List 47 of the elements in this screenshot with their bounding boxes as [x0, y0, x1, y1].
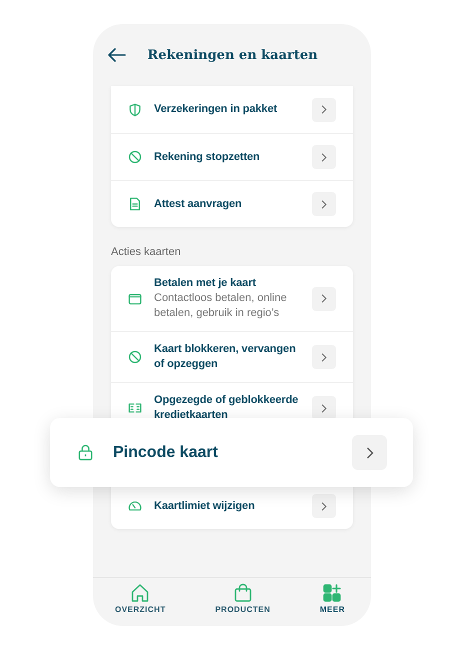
chevron-button[interactable]: [312, 494, 336, 518]
chevron-button[interactable]: [352, 435, 387, 470]
nav-tab[interactable]: MEER: [320, 583, 345, 626]
chevron-button[interactable]: [312, 286, 336, 310]
menu-row[interactable]: Betalen met je kaart Contactloos betalen, online betalen, gebruik in regio’s: [111, 266, 353, 331]
row-label: Verzekeringen in pakket: [154, 102, 278, 117]
chevron-icon: [321, 502, 327, 510]
section-heading: Acties kaarten: [111, 246, 182, 258]
menu-row[interactable]: Rekening stopzetten: [111, 133, 353, 180]
menu-row[interactable]: Attest aanvragen: [111, 180, 353, 227]
bag-icon: [232, 583, 253, 603]
shield-icon: [128, 102, 142, 116]
row-description: Contactloos betalen, online betalen, gebruik in regio’s: [154, 291, 288, 321]
row-label: Kaartlimiet wijzigen: [154, 498, 256, 514]
menu-row[interactable]: Verzekeringen in pakket: [111, 86, 353, 133]
prohibited-icon: [128, 150, 142, 164]
row-label: Kaart blokkeren, vervangen of opzeggen: [154, 342, 297, 372]
row-label: Betalen met je kaart: [154, 276, 257, 291]
chevron-button[interactable]: [312, 396, 336, 420]
chevron-button[interactable]: [312, 145, 336, 169]
chevron-button[interactable]: [312, 98, 336, 122]
nav-tab[interactable]: OVERZICHT: [115, 583, 166, 626]
back-arrow-icon[interactable]: [108, 48, 126, 62]
chevron-icon: [321, 352, 327, 362]
chevron-icon: [321, 200, 327, 208]
menu-row[interactable]: Kaart blokkeren, vervangen of opzeggen: [111, 331, 353, 382]
row-label: Attest aanvragen: [154, 196, 243, 212]
home-icon: [130, 583, 150, 603]
card-icon: [128, 401, 142, 415]
chevron-icon: [366, 446, 374, 458]
lock-icon: [78, 444, 93, 461]
chevron-button[interactable]: [312, 345, 336, 369]
nav-tab[interactable]: PRODUCTEN: [215, 583, 270, 626]
chevron-icon: [321, 294, 327, 303]
row-label: Rekening stopzetten: [154, 150, 261, 164]
chevron-icon: [321, 404, 327, 412]
prohibited-icon: [128, 350, 142, 364]
chevron-icon: [321, 152, 327, 162]
document-icon: [128, 197, 142, 211]
chevron-icon: [321, 105, 327, 114]
gauge-icon: [128, 499, 142, 513]
chevron-button[interactable]: [312, 192, 336, 216]
grid-plus-icon: [322, 583, 342, 603]
wallet-icon: [128, 292, 142, 306]
pincode-popup[interactable]: Pincode kaart: [50, 418, 413, 487]
row-label: Pincode kaart: [113, 444, 219, 462]
screen-title: Rekeningen en kaarten: [146, 48, 319, 62]
